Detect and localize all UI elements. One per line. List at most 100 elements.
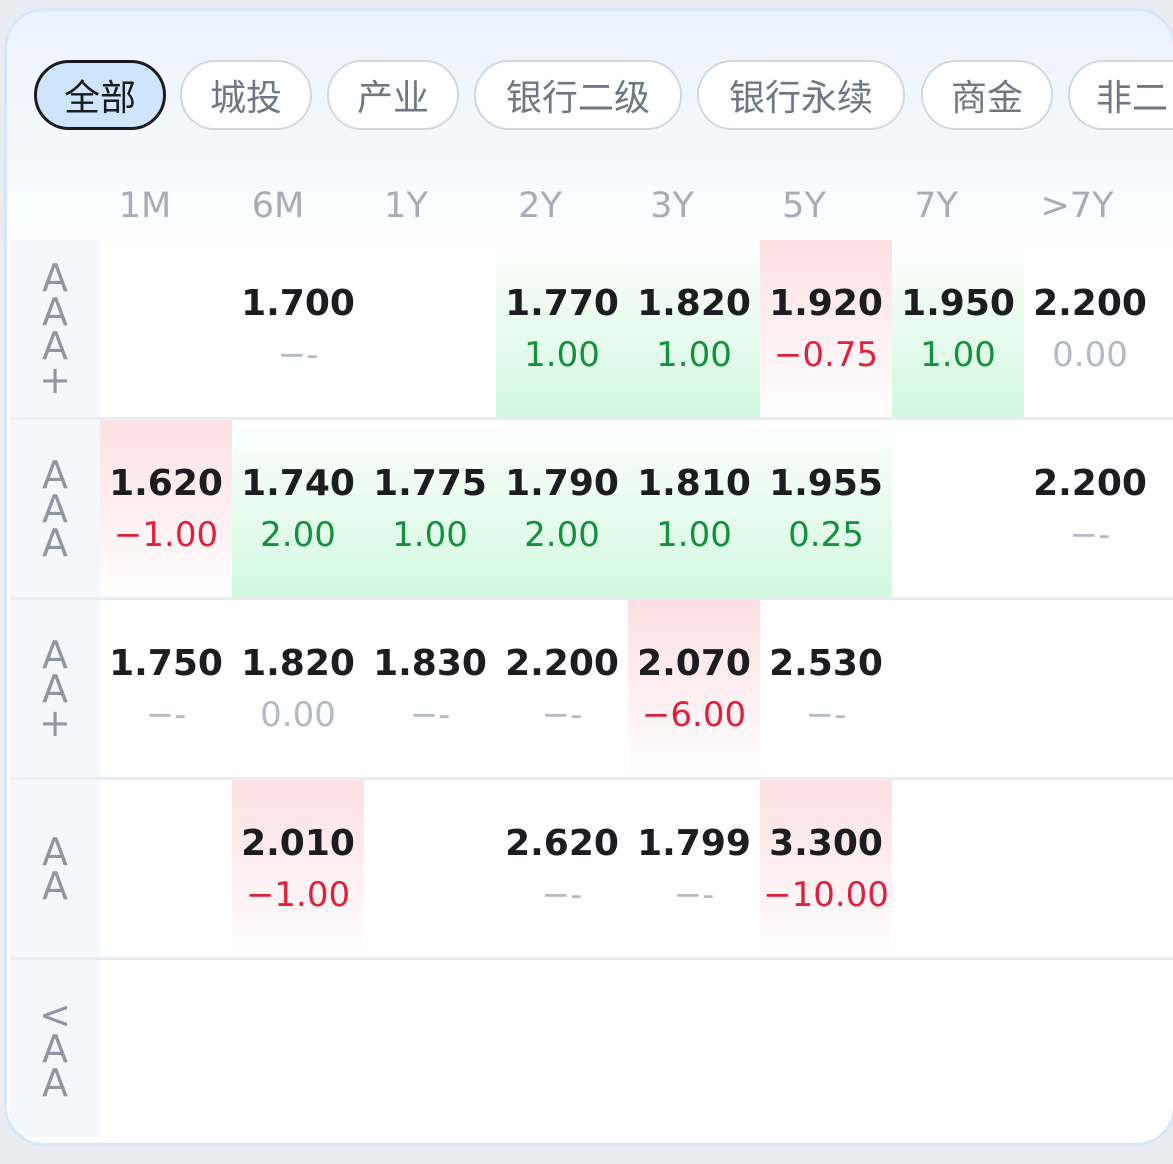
yield-cell[interactable]: 1.955 0.25 — [760, 420, 892, 597]
yield-cell[interactable]: 1.830 −- — [364, 600, 496, 777]
yield-cell[interactable]: 1.770 1.00 — [496, 240, 628, 417]
yield-change: −- — [541, 875, 583, 915]
tab-non-tier2[interactable]: 非二 — [1068, 60, 1173, 130]
yield-cell[interactable]: 2.200 −- — [1024, 420, 1156, 597]
yield-cell — [892, 780, 1024, 957]
yield-value: 2.530 — [769, 643, 883, 684]
yield-cell[interactable]: 2.200 −- — [496, 600, 628, 777]
tab-industry[interactable]: 产业 — [327, 60, 459, 130]
yield-cell[interactable]: 1.950 1.00 — [892, 240, 1024, 417]
rating-label: AAA+ — [10, 240, 100, 417]
yield-change: −- — [145, 695, 187, 735]
rating-row: AAA 1.620 −1.00 1.740 2.00 1.775 1.00 1.790 2.00… — [10, 420, 1173, 600]
rating-text: AA+ — [39, 632, 71, 745]
rating-label: AA+ — [10, 600, 100, 777]
yield-cell[interactable]: 1.775 1.00 — [364, 420, 496, 597]
yield-change: −- — [805, 695, 847, 735]
yield-value: 2.010 — [241, 823, 355, 864]
yield-cell — [232, 960, 364, 1137]
yield-cell[interactable]: 2.010 −1.00 — [232, 780, 364, 957]
yield-cell — [760, 960, 892, 1137]
yield-cell — [364, 240, 496, 417]
tab-bank-tier2[interactable]: 银行二级 — [474, 60, 682, 130]
yield-change: −- — [541, 695, 583, 735]
yield-change: 1.00 — [524, 335, 600, 375]
yield-cell — [496, 960, 628, 1137]
yield-change: 2.00 — [524, 515, 600, 555]
yield-change: 1.00 — [656, 515, 732, 555]
rating-text: AA — [42, 829, 68, 908]
yield-value: 2.620 — [505, 823, 619, 864]
term-1y[interactable]: 1Y — [340, 186, 472, 226]
yield-change: 2.00 — [260, 515, 336, 555]
yield-change: −- — [409, 695, 451, 735]
yield-cell[interactable]: 1.790 2.00 — [496, 420, 628, 597]
yield-cell[interactable]: 1.799 −- — [628, 780, 760, 957]
yield-value: 1.830 — [373, 643, 487, 684]
yield-value: 1.820 — [241, 643, 355, 684]
yield-cell — [892, 960, 1024, 1137]
yield-value: 1.955 — [769, 463, 883, 504]
yield-cell — [100, 240, 232, 417]
tab-commercial-finance[interactable]: 商金 — [921, 60, 1053, 130]
rating-row: AAA+ 1.700 −- 1.770 1.00 1.820 1.00 1.920 −0.75 1… — [10, 240, 1173, 420]
yield-cell[interactable]: 1.700 −- — [232, 240, 364, 417]
yield-cell[interactable]: 1.620 −1.00 — [100, 420, 232, 597]
yield-cell[interactable]: 1.820 1.00 — [628, 240, 760, 417]
yield-cell[interactable]: 1.740 2.00 — [232, 420, 364, 597]
yield-value: 3.300 — [769, 823, 883, 864]
term-3y[interactable]: 3Y — [606, 186, 738, 226]
yield-cell[interactable]: 2.070 −6.00 — [628, 600, 760, 777]
yield-cell — [1024, 960, 1156, 1137]
term-over-7y[interactable]: >7Y — [1011, 186, 1143, 226]
yield-value: 1.700 — [241, 283, 355, 324]
yield-change: 0.00 — [1052, 335, 1128, 375]
yield-value: 1.770 — [505, 283, 619, 324]
yield-value: 1.790 — [505, 463, 619, 504]
yield-value: 1.810 — [637, 463, 751, 504]
yield-cell[interactable]: 3.300 −10.00 — [760, 780, 892, 957]
yield-cell[interactable]: 1.820 0.00 — [232, 600, 364, 777]
term-6m[interactable]: 6M — [212, 186, 344, 226]
tab-all[interactable]: 全部 — [34, 60, 166, 130]
yield-cell — [892, 420, 1024, 597]
yield-cell[interactable]: 1.810 1.00 — [628, 420, 760, 597]
yield-change: −- — [277, 335, 319, 375]
yield-cell[interactable]: 1.750 −- — [100, 600, 232, 777]
yield-value: 2.070 — [637, 643, 751, 684]
tab-chengtou[interactable]: 城投 — [180, 60, 312, 130]
rating-row: AA+ 1.750 −- 1.820 0.00 1.830 −- 2.200 −- 2.070 −6… — [10, 600, 1173, 780]
yield-value: 1.775 — [373, 463, 487, 504]
yield-cell[interactable]: 2.200 0.00 — [1024, 240, 1156, 417]
yield-change: −0.75 — [773, 335, 879, 375]
yield-value: 2.200 — [1033, 283, 1147, 324]
yield-cell — [364, 780, 496, 957]
yield-cell — [100, 780, 232, 957]
rating-text: AAA — [42, 452, 68, 565]
yield-value: 1.750 — [109, 643, 223, 684]
yield-value: 1.820 — [637, 283, 751, 324]
yield-value: 2.200 — [505, 643, 619, 684]
yield-cell — [628, 960, 760, 1137]
yield-change: −10.00 — [763, 875, 889, 915]
rating-label: AAA — [10, 420, 100, 597]
tab-bank-perpetual[interactable]: 银行永续 — [697, 60, 905, 130]
rating-label: AA — [10, 780, 100, 957]
term-1m[interactable]: 1M — [79, 186, 211, 226]
yield-change: 1.00 — [920, 335, 996, 375]
yield-cell — [1024, 780, 1156, 957]
rating-text: <AA — [39, 992, 71, 1105]
yield-value: 1.799 — [637, 823, 751, 864]
yield-cell — [364, 960, 496, 1137]
yield-cell — [892, 600, 1024, 777]
rating-text: AAA+ — [39, 255, 71, 402]
term-2y[interactable]: 2Y — [474, 186, 606, 226]
yield-cell[interactable]: 1.920 −0.75 — [760, 240, 892, 417]
yield-cell[interactable]: 2.620 −- — [496, 780, 628, 957]
yield-change: 1.00 — [392, 515, 468, 555]
rating-label: <AA — [10, 960, 100, 1137]
rating-row: <AA — [10, 960, 1173, 1140]
term-5y[interactable]: 5Y — [738, 186, 870, 226]
term-7y[interactable]: 7Y — [870, 186, 1002, 226]
yield-cell[interactable]: 2.530 −- — [760, 600, 892, 777]
